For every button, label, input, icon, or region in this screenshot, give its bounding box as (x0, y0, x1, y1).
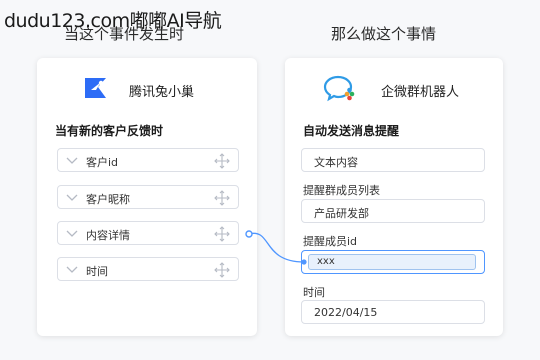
field-label: 客户id (86, 156, 119, 169)
member-list-label: 提醒群成员列表 (303, 184, 380, 197)
member-id-label: 提醒成员id (303, 235, 358, 248)
member-list-field[interactable]: 产品研发部 (301, 199, 485, 223)
time-field[interactable]: 2022/04/15 (301, 300, 485, 324)
chevron-down-icon (66, 230, 78, 237)
field-content-detail[interactable]: 内容详情 (57, 221, 239, 245)
action-app-name: 企微群机器人 (381, 85, 460, 100)
field-label: 时间 (86, 265, 108, 278)
workflow-builder: dudu123.com嘟嘟AI导航 当这个事件发生时 那么做这个事情 腾讯兔小巢… (0, 0, 540, 360)
message-type-field[interactable]: 文本内容 (301, 148, 485, 172)
tuxiaochao-logo-icon (85, 78, 106, 98)
field-customer-nickname[interactable]: 客户昵称 (57, 185, 239, 209)
action-title: 那么做这个事情 (331, 25, 437, 43)
trigger-event-title: 当有新的客户反馈时 (55, 124, 164, 138)
trigger-app-header: 腾讯兔小巢 (37, 74, 257, 104)
member-id-value: xxx (317, 256, 335, 267)
chevron-down-icon (66, 266, 78, 273)
action-app-header: 企微群机器人 (285, 74, 503, 104)
message-type-value: 文本内容 (314, 156, 358, 169)
watermark: dudu123.com嘟嘟AI导航 (4, 10, 222, 32)
trigger-app-name: 腾讯兔小巢 (129, 85, 195, 100)
drag-handle-icon[interactable] (214, 226, 230, 242)
trigger-card: 腾讯兔小巢 当有新的客户反馈时 客户id 客户昵称 内容详情 时间 (37, 58, 257, 336)
time-label: 时间 (303, 286, 325, 299)
mapped-variable-chip[interactable]: xxx (308, 254, 476, 270)
time-value: 2022/04/15 (314, 306, 378, 319)
member-list-value: 产品研发部 (314, 207, 369, 220)
member-id-field[interactable]: xxx (301, 250, 485, 274)
drag-handle-icon[interactable] (214, 262, 230, 278)
action-event-title: 自动发送消息提醒 (303, 124, 400, 138)
chevron-down-icon (66, 157, 78, 164)
drag-handle-icon[interactable] (214, 190, 230, 206)
field-label: 客户昵称 (86, 193, 130, 206)
field-customer-id[interactable]: 客户id (57, 148, 239, 172)
chevron-down-icon (66, 194, 78, 201)
wecom-robot-logo-icon (323, 75, 355, 102)
field-time[interactable]: 时间 (57, 257, 239, 281)
action-card: 企微群机器人 自动发送消息提醒 文本内容 提醒群成员列表 产品研发部 提醒成员i… (285, 58, 503, 336)
field-label: 内容详情 (86, 229, 130, 242)
drag-handle-icon[interactable] (214, 153, 230, 169)
